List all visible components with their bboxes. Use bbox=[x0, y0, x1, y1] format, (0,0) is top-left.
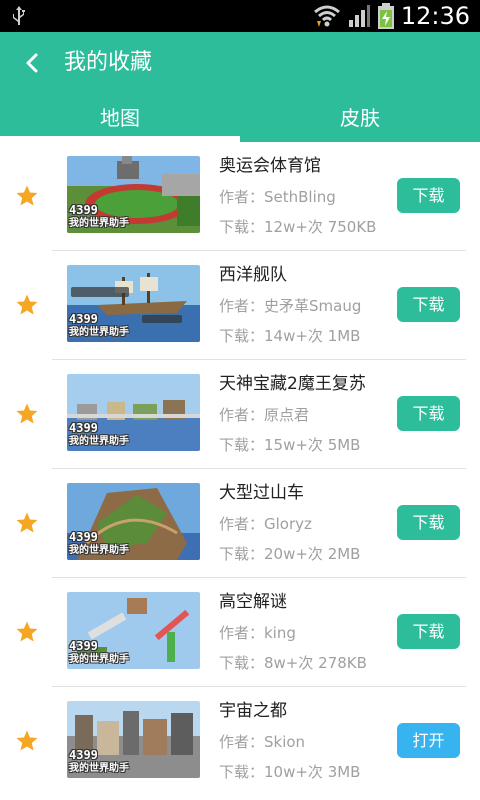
star-icon[interactable] bbox=[15, 293, 39, 317]
signal-icon bbox=[348, 5, 370, 27]
page-title: 我的收藏 bbox=[64, 50, 153, 75]
app-header: 我的收藏 地图 皮肤 bbox=[0, 32, 480, 142]
status-time: 12:36 bbox=[400, 2, 470, 30]
list-item[interactable]: 4399 我的世界助手 西洋舰队 作者：史矛革Smaug 下载：14w+次 1M… bbox=[0, 251, 480, 360]
list-item[interactable]: 4399 我的世界助手 大型过山车 作者：Gloryz 下载：20w+次 2MB… bbox=[0, 469, 480, 578]
list-item[interactable]: 4399 我的世界助手 高空解谜 作者：king 下载：8w+次 278KB 下… bbox=[0, 578, 480, 687]
map-thumbnail[interactable]: 4399 我的世界助手 bbox=[67, 701, 200, 778]
list-item[interactable]: 4399 我的世界助手 宇宙之都 作者：Skion 下载：10w+次 3MB 打… bbox=[0, 687, 480, 796]
star-icon[interactable] bbox=[15, 402, 39, 426]
item-stats: 下载：15w+次 5MB bbox=[219, 436, 361, 454]
download-button[interactable]: 下载 bbox=[397, 178, 460, 213]
thumbnail-watermark-subtitle: 我的世界助手 bbox=[69, 218, 129, 229]
thumbnail-watermark: 4399 bbox=[69, 748, 98, 762]
star-icon[interactable] bbox=[15, 620, 39, 644]
item-name: 西洋舰队 bbox=[219, 265, 287, 285]
item-name: 宇宙之都 bbox=[219, 701, 287, 721]
thumbnail-watermark: 4399 bbox=[69, 312, 98, 326]
item-author: 作者：原点君 bbox=[219, 406, 310, 424]
item-author: 作者：Gloryz bbox=[219, 515, 312, 533]
thumbnail-watermark: 4399 bbox=[69, 530, 98, 544]
map-thumbnail[interactable]: 4399 我的世界助手 bbox=[67, 156, 200, 233]
tab-map[interactable]: 地图 bbox=[0, 98, 240, 138]
battery-charging-icon bbox=[377, 3, 394, 29]
item-name: 天神宝藏2魔王复苏 bbox=[219, 374, 366, 394]
thumbnail-watermark-subtitle: 我的世界助手 bbox=[69, 654, 129, 665]
star-icon[interactable] bbox=[15, 511, 39, 535]
back-button[interactable] bbox=[18, 48, 48, 78]
map-thumbnail[interactable]: 4399 我的世界助手 bbox=[67, 483, 200, 560]
thumbnail-watermark-subtitle: 我的世界助手 bbox=[69, 763, 129, 774]
download-button[interactable]: 下载 bbox=[397, 396, 460, 431]
map-thumbnail[interactable]: 4399 我的世界助手 bbox=[67, 265, 200, 342]
item-stats: 下载：14w+次 1MB bbox=[219, 327, 361, 345]
thumbnail-watermark: 4399 bbox=[69, 203, 98, 217]
item-author: 作者：SethBling bbox=[219, 188, 336, 206]
item-stats: 下载：10w+次 3MB bbox=[219, 763, 361, 781]
star-icon[interactable] bbox=[15, 184, 39, 208]
usb-icon bbox=[13, 6, 25, 25]
tab-skin[interactable]: 皮肤 bbox=[240, 98, 480, 138]
thumbnail-watermark: 4399 bbox=[69, 421, 98, 435]
item-author: 作者：king bbox=[219, 624, 296, 642]
open-button[interactable]: 打开 bbox=[397, 723, 460, 758]
item-author: 作者：Skion bbox=[219, 733, 306, 751]
thumbnail-watermark-subtitle: 我的世界助手 bbox=[69, 436, 129, 447]
item-author: 作者：史矛革Smaug bbox=[219, 297, 362, 315]
favorites-list: 4399 我的世界助手 奥运会体育馆 作者：SethBling 下载：12w+次… bbox=[0, 142, 480, 796]
download-button[interactable]: 下载 bbox=[397, 505, 460, 540]
map-thumbnail[interactable]: 4399 我的世界助手 bbox=[67, 592, 200, 669]
item-stats: 下载：8w+次 278KB bbox=[219, 654, 367, 672]
list-item[interactable]: 4399 我的世界助手 奥运会体育馆 作者：SethBling 下载：12w+次… bbox=[0, 142, 480, 251]
wifi-icon bbox=[313, 5, 340, 27]
thumbnail-watermark-subtitle: 我的世界助手 bbox=[69, 327, 129, 338]
item-name: 大型过山车 bbox=[219, 483, 304, 503]
item-name: 高空解谜 bbox=[219, 592, 287, 612]
download-button[interactable]: 下载 bbox=[397, 614, 460, 649]
map-thumbnail[interactable]: 4399 我的世界助手 bbox=[67, 374, 200, 451]
thumbnail-watermark-subtitle: 我的世界助手 bbox=[69, 545, 129, 556]
thumbnail-watermark: 4399 bbox=[69, 639, 98, 653]
item-stats: 下载：12w+次 750KB bbox=[219, 218, 377, 236]
star-icon[interactable] bbox=[15, 729, 39, 753]
download-button[interactable]: 下载 bbox=[397, 287, 460, 322]
status-bar: 12:36 bbox=[0, 0, 480, 32]
list-item[interactable]: 4399 我的世界助手 天神宝藏2魔王复苏 作者：原点君 下载：15w+次 5M… bbox=[0, 360, 480, 469]
item-stats: 下载：20w+次 2MB bbox=[219, 545, 361, 563]
item-name: 奥运会体育馆 bbox=[219, 156, 321, 176]
